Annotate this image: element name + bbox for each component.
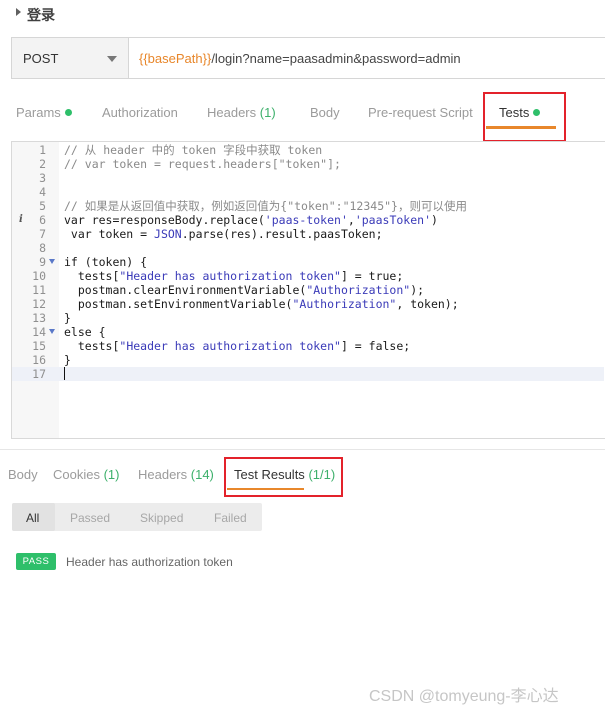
filter-skipped[interactable]: Skipped — [140, 511, 183, 525]
line-number: 12 — [32, 297, 46, 311]
code-line[interactable]: 11 postman.clearEnvironmentVariable("Aut… — [12, 283, 604, 297]
code-line[interactable]: 5 // 如果是从返回值中获取，例如返回值为{"token":"12345"}，则… — [12, 199, 604, 213]
response-tabs: Body Cookies (1) Headers (14) Test Resul… — [0, 456, 605, 497]
line-number: 7 — [39, 227, 46, 241]
request-name: 登录 — [27, 7, 55, 23]
result-filters: All Passed Skipped Failed — [12, 503, 262, 531]
code-text — [64, 367, 65, 381]
code-text: // 如果是从返回值中获取，例如返回值为{"token":"12345"}，则可… — [64, 199, 467, 213]
code-line[interactable]: 1 // 从 header 中的 token 字段中获取 token — [12, 143, 604, 157]
code-text: if (token) { — [64, 255, 148, 269]
code-text: tests["Header has authorization token"] … — [64, 339, 411, 353]
fold-arrow-icon[interactable] — [49, 329, 55, 334]
line-number: 16 — [32, 353, 46, 367]
code-text: var token = JSON.parse(res).result.paasT… — [64, 227, 383, 241]
code-line[interactable]: 15 tests["Header has authorization token… — [12, 339, 604, 353]
tab-body[interactable]: Body — [310, 105, 340, 120]
tab-response-headers[interactable]: Headers (14) — [138, 467, 214, 482]
code-text: } — [64, 353, 71, 367]
code-line[interactable]: 3 — [12, 171, 604, 185]
code-line[interactable]: 16} — [12, 353, 604, 367]
url-variable: {{basePath}} — [139, 51, 212, 66]
line-number: 14 — [32, 325, 46, 339]
code-text: else { — [64, 325, 106, 339]
line-number: 15 — [32, 339, 46, 353]
filter-passed[interactable]: Passed — [70, 511, 110, 525]
line-number: 10 — [32, 269, 46, 283]
code-text: postman.clearEnvironmentVariable("Author… — [64, 283, 425, 297]
filter-all[interactable]: All — [26, 511, 39, 525]
method-label: POST — [23, 51, 59, 66]
line-number: 17 — [32, 367, 46, 381]
line-number: 9 — [39, 255, 46, 269]
line-number: 1 — [39, 143, 46, 157]
info-icon[interactable]: i — [19, 213, 23, 227]
collapse-caret-icon[interactable] — [16, 8, 21, 16]
tab-response-body[interactable]: Body — [8, 467, 38, 482]
code-editor[interactable]: 1 // 从 header 中的 token 字段中获取 token 2 // var… — [11, 141, 605, 439]
text-cursor — [64, 367, 65, 380]
fold-arrow-icon[interactable] — [49, 259, 55, 264]
tab-headers[interactable]: Headers (1) — [207, 105, 276, 120]
code-line[interactable]: 9 if (token) { — [12, 255, 604, 269]
line-number: 2 — [39, 157, 46, 171]
code-line[interactable]: 10 tests["Header has authorization token… — [12, 269, 604, 283]
request-header[interactable]: 登录 — [0, 0, 605, 30]
status-dot-icon — [64, 109, 72, 116]
code-line[interactable]: 2 // var token = request.headers["token"]… — [12, 157, 604, 171]
url-bar: POST {{basePath}}/login?name=paasadmin&p… — [11, 37, 605, 79]
code-line[interactable]: 14 else { — [12, 325, 604, 339]
code-text: // var token = request.headers["token"]; — [64, 157, 341, 171]
line-number: 5 — [39, 199, 46, 213]
code-text: // 从 header 中的 token 字段中获取 token — [64, 143, 323, 157]
tab-authorization[interactable]: Authorization — [102, 105, 178, 120]
tab-cookies[interactable]: Cookies (1) — [53, 467, 119, 482]
divider — [0, 449, 605, 450]
chevron-down-icon — [107, 56, 117, 62]
tab-params[interactable]: Params — [16, 105, 72, 120]
code-text: postman.setEnvironmentVariable("Authoriz… — [64, 297, 459, 311]
line-number: 8 — [39, 241, 46, 255]
url-input[interactable]: {{basePath}}/login?name=paasadmin&passwo… — [139, 51, 461, 66]
watermark: CSDN @tomyeung-李心达 — [369, 688, 559, 705]
tab-pre-request-script[interactable]: Pre-request Script — [368, 105, 473, 120]
highlight-box — [224, 457, 343, 497]
line-number: 4 — [39, 185, 46, 199]
line-number: 11 — [32, 283, 46, 297]
request-tabs: Params Authorization Headers (1) Body Pr… — [0, 92, 605, 142]
method-select[interactable]: POST — [12, 38, 129, 78]
line-number: 6 — [39, 213, 46, 227]
code-line[interactable]: 13} — [12, 311, 604, 325]
code-text: } — [64, 311, 71, 325]
filter-failed[interactable]: Failed — [214, 511, 247, 525]
code-line[interactable]: 4 — [12, 185, 604, 199]
code-line[interactable]: 7 var token = JSON.parse(res).result.paa… — [12, 227, 604, 241]
code-line[interactable]: 8 — [12, 241, 604, 255]
url-path: /login?name=paasadmin&password=admin — [211, 51, 461, 66]
code-line[interactable]: 12 postman.setEnvironmentVariable("Autho… — [12, 297, 604, 311]
test-result-name: Header has authorization token — [66, 555, 233, 569]
code-text: tests["Header has authorization token"] … — [64, 269, 404, 283]
line-number: 13 — [32, 311, 46, 325]
line-number: 3 — [39, 171, 46, 185]
status-badge: PASS — [16, 553, 56, 570]
code-text: var res=responseBody.replace('paas-token… — [64, 213, 438, 227]
code-line[interactable]: 17 — [12, 367, 604, 381]
code-line[interactable]: 6 i var res=responseBody.replace('paas-tok… — [12, 213, 604, 227]
highlight-box — [483, 92, 566, 142]
